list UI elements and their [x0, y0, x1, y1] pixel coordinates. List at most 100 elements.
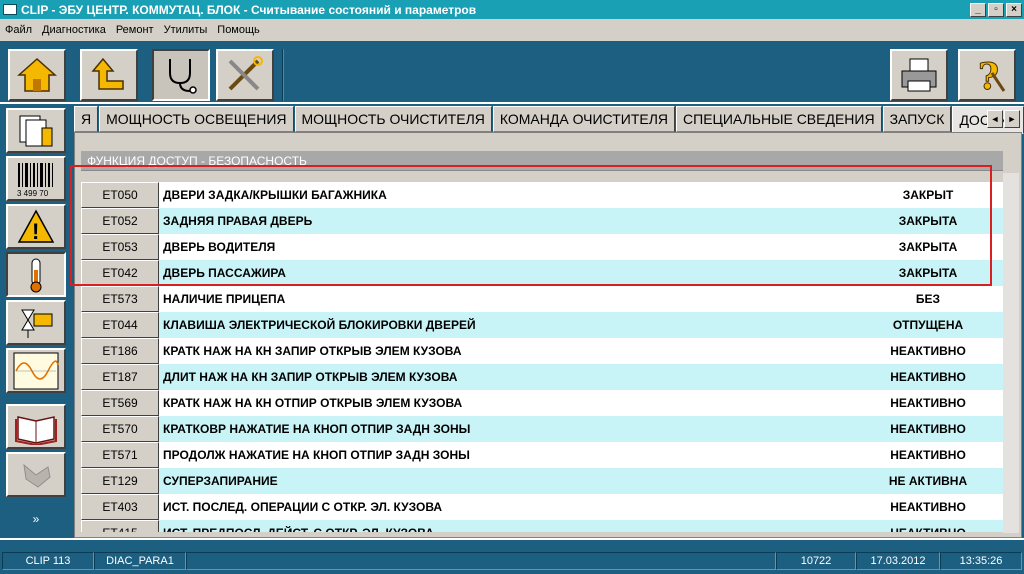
- table-row[interactable]: ET129 СУПЕРЗАПИРАНИЕ НЕ АКТИВНА: [81, 468, 1003, 494]
- parameter-label: ИСТ. ПОСЛЕД. ОПЕРАЦИИ С ОТКР. ЭЛ. КУЗОВА: [163, 500, 443, 514]
- parameter-code[interactable]: ET415: [81, 520, 159, 532]
- minimize-button[interactable]: _: [970, 2, 986, 17]
- parameter-label: ЗАДНЯЯ ПРАВАЯ ДВЕРЬ: [163, 214, 313, 228]
- tools-button[interactable]: [216, 49, 274, 101]
- table-row[interactable]: ET415ИСТ. ПРЕДПОСЛ. ДЕЙСТ. С ОТКР. ЭЛ. К…: [81, 520, 1003, 532]
- table-row[interactable]: ET052 ЗАДНЯЯ ПРАВАЯ ДВЕРЬ ЗАКРЫТА: [81, 208, 1003, 234]
- status-time: 13:35:26: [940, 552, 1022, 570]
- disabled-tool-icon: [23, 463, 51, 488]
- parameter-code[interactable]: ET052: [81, 208, 159, 234]
- table-row[interactable]: ET571 ПРОДОЛЖ НАЖАТИЕ НА КНОП ОТПИР ЗАДН …: [81, 442, 1003, 468]
- parameter-label: КРАТК НАЖ НА КН ЗАПИР ОТКРЫВ ЭЛЕМ КУЗОВА: [163, 344, 462, 358]
- table-row[interactable]: ET569 КРАТК НАЖ НА КН ОТПИР ОТКРЫВ ЭЛЕМ К…: [81, 390, 1003, 416]
- table-row[interactable]: ET186 КРАТК НАЖ НА КН ЗАПИР ОТКРЫВ ЭЛЕМ К…: [81, 338, 1003, 364]
- vertical-scrollbar[interactable]: [1003, 173, 1019, 533]
- toolbar: ?: [0, 41, 1024, 104]
- status-device: CLIP 113: [2, 552, 94, 570]
- parameter-value: БЕЗ: [915, 292, 941, 306]
- table-row[interactable]: ET042 ДВЕРЬ ПАССАЖИРА ЗАКРЫТА: [81, 260, 1003, 286]
- diagnostic-button[interactable]: [152, 49, 210, 101]
- parameters-button[interactable]: [6, 252, 66, 297]
- maximize-button[interactable]: ▫: [988, 2, 1004, 17]
- parameter-code[interactable]: ET569: [81, 390, 159, 416]
- barcode-icon: 3 499 70: [17, 162, 53, 198]
- parameter-code[interactable]: ET129: [81, 468, 159, 494]
- sidebar-more-button[interactable]: »: [6, 512, 66, 536]
- tab-scroll-left-button[interactable]: ◄: [987, 110, 1003, 128]
- parameter-label: КРАТК НАЖ НА КН ОТПИР ОТКРЫВ ЭЛЕМ КУЗОВА: [163, 396, 463, 410]
- tab-special-info[interactable]: СПЕЦИАЛЬНЫЕ СВЕДЕНИЯ: [676, 106, 882, 132]
- parameter-label: ДВЕРЬ ВОДИТЕЛЯ: [163, 240, 276, 254]
- tab-wiper-command[interactable]: КОМАНДА ОЧИСТИТЕЛЯ: [492, 106, 676, 132]
- parameter-code[interactable]: ET044: [81, 312, 159, 338]
- help-button[interactable]: ?: [958, 49, 1016, 101]
- parameter-code[interactable]: ET571: [81, 442, 159, 468]
- table-row[interactable]: ET403 ИСТ. ПОСЛЕД. ОПЕРАЦИИ С ОТКР. ЭЛ. К…: [81, 494, 1003, 520]
- back-up-icon: [91, 57, 124, 90]
- parameter-code[interactable]: ET053: [81, 234, 159, 260]
- app-icon: [3, 4, 17, 15]
- menu-diagnostics[interactable]: Диагностика: [37, 24, 111, 36]
- close-button[interactable]: ×: [1006, 2, 1022, 17]
- faults-button[interactable]: !: [6, 204, 66, 249]
- parameter-code[interactable]: ET042: [81, 260, 159, 286]
- svg-text:3 499 70: 3 499 70: [17, 189, 49, 198]
- parameter-label: ДВЕРЬ ПАССАЖИРА: [163, 266, 286, 280]
- tab-partial[interactable]: Я: [74, 106, 99, 132]
- documentation-button[interactable]: [6, 404, 66, 449]
- parameter-value: НЕАКТИВНО: [890, 344, 966, 358]
- tab-scroll-right-button[interactable]: ►: [1004, 110, 1020, 128]
- parameter-code[interactable]: ET187: [81, 364, 159, 390]
- actuators-button[interactable]: [6, 300, 66, 345]
- parameter-value: НЕАКТИВНО: [890, 370, 966, 384]
- status-date: 17.03.2012: [856, 552, 940, 570]
- table-row[interactable]: ET187 ДЛИТ НАЖ НА КН ЗАПИР ОТКРЫВ ЭЛЕМ КУ…: [81, 364, 1003, 390]
- barcode-button[interactable]: 3 499 70: [6, 156, 66, 201]
- status-mode: DIAC_PARA1: [94, 552, 186, 570]
- actuator-icon: [21, 309, 53, 338]
- tab-wiper-power[interactable]: МОЩНОСТЬ ОЧИСТИТЕЛЯ: [294, 106, 492, 132]
- parameter-value: ЗАКРЫТ: [902, 188, 954, 202]
- help-icon: ?: [978, 56, 1006, 95]
- documents-icon: [19, 115, 53, 146]
- tab-panel: ФУНКЦИЯ ДОСТУП - БЕЗОПАСНОСТЬ ET050 ДВЕРИ…: [74, 132, 1022, 538]
- stethoscope-icon: [169, 59, 197, 94]
- menu-help[interactable]: Помощь: [212, 24, 265, 36]
- table-row[interactable]: ET573 НАЛИЧИЕ ПРИЦЕПА БЕЗ: [81, 286, 1003, 312]
- table-row[interactable]: ET570 КРАТКОВР НАЖАТИЕ НА КНОП ОТПИР ЗАДН…: [81, 416, 1003, 442]
- graph-button[interactable]: [6, 348, 66, 393]
- parameter-code[interactable]: ET050: [81, 182, 159, 208]
- parameter-code[interactable]: ET570: [81, 416, 159, 442]
- parameter-label: НАЛИЧИЕ ПРИЦЕПА: [163, 292, 286, 306]
- tab-strip: Я МОЩНОСТЬ ОСВЕЩЕНИЯ МОЩНОСТЬ ОЧИСТИТЕЛЯ…: [74, 106, 1024, 134]
- print-button[interactable]: [890, 49, 948, 101]
- parameter-code[interactable]: ET573: [81, 286, 159, 312]
- back-up-button[interactable]: [80, 49, 138, 101]
- table-row[interactable]: ET050 ДВЕРИ ЗАДКА/КРЫШКИ БАГАЖНИКА ЗАКРЫТ: [81, 182, 1003, 208]
- status-counter: 10722: [776, 552, 856, 570]
- tab-lighting-power[interactable]: МОЩНОСТЬ ОСВЕЩЕНИЯ: [99, 106, 294, 132]
- tab-start[interactable]: ЗАПУСК: [882, 106, 952, 132]
- parameter-label: ДВЕРИ ЗАДКА/КРЫШКИ БАГАЖНИКА: [163, 188, 387, 202]
- sidebar: 3 499 70 ! »: [0, 104, 72, 540]
- parameter-value: НЕАКТИВНО: [890, 396, 966, 410]
- parameter-label: ДЛИТ НАЖ НА КН ЗАПИР ОТКРЫВ ЭЛЕМ КУЗОВА: [163, 370, 458, 384]
- home-button[interactable]: [8, 49, 66, 101]
- parameter-value: НЕАКТИВНО: [853, 526, 1003, 532]
- book-icon: [15, 415, 57, 445]
- warning-icon: !: [17, 208, 55, 244]
- disabled-tool-button: [6, 452, 66, 497]
- menu-file[interactable]: Файл: [0, 24, 37, 36]
- documents-button[interactable]: [6, 108, 66, 153]
- parameter-value: НЕАКТИВНО: [890, 422, 966, 436]
- menu-utilities[interactable]: Утилиты: [159, 24, 213, 36]
- parameter-value: ЗАКРЫТА: [898, 266, 958, 280]
- parameter-code[interactable]: ET186: [81, 338, 159, 364]
- parameter-label: ИСТ. ПРЕДПОСЛ. ДЕЙСТ. С ОТКР. ЭЛ. КУЗОВА: [159, 526, 853, 532]
- menu-repair[interactable]: Ремонт: [111, 24, 159, 36]
- table-row[interactable]: ET053 ДВЕРЬ ВОДИТЕЛЯ ЗАКРЫТА: [81, 234, 1003, 260]
- status-bar: CLIP 113 DIAC_PARA1 10722 17.03.2012 13:…: [0, 540, 1024, 574]
- parameter-code[interactable]: ET403: [81, 494, 159, 520]
- printer-icon: [901, 58, 937, 92]
- table-row[interactable]: ET044 КЛАВИША ЭЛЕКТРИЧЕСКОЙ БЛОКИРОВКИ ДВ…: [81, 312, 1003, 338]
